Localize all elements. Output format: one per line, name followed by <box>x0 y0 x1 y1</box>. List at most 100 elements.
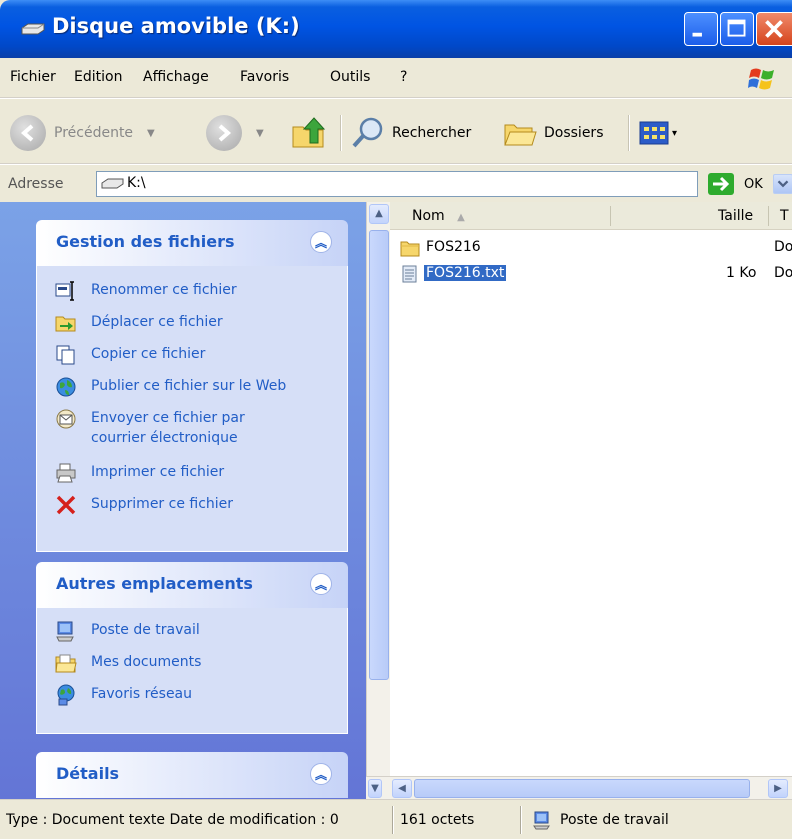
task-label: Imprimer ce fichier <box>91 464 225 480</box>
drive-icon <box>21 23 45 35</box>
task-label: Copier ce fichier <box>91 346 206 362</box>
status-size: 161 octets <box>400 812 475 828</box>
menu-affichage[interactable]: Affichage <box>143 69 209 85</box>
address-value: K:\ <box>127 175 146 191</box>
scroll-up-icon[interactable]: ▲ <box>369 204 389 224</box>
back-dropdown-icon[interactable]: ▼ <box>147 128 155 139</box>
task-publish-web[interactable]: Publier ce fichier sur le Web <box>55 376 286 398</box>
status-location: Poste de travail <box>560 812 669 828</box>
forward-dropdown-icon[interactable]: ▼ <box>256 128 264 139</box>
status-info: Type : Document texte Date de modificati… <box>6 812 339 828</box>
email-icon <box>56 409 76 429</box>
search-button[interactable]: Rechercher <box>350 113 471 153</box>
scroll-right-icon[interactable]: ▶ <box>768 779 788 798</box>
menu-outils[interactable]: Outils <box>330 69 370 85</box>
maximize-icon <box>727 19 746 37</box>
window-title: Disque amovible (K:) <box>52 14 300 38</box>
rename-icon <box>55 281 74 301</box>
go-label[interactable]: OK <box>744 177 763 192</box>
place-label: Favoris réseau <box>91 686 193 702</box>
task-label: Déplacer ce fichier <box>91 314 223 330</box>
back-arrow-icon <box>10 115 46 151</box>
views-dropdown-icon[interactable]: ▾ <box>672 128 677 139</box>
place-my-documents[interactable]: Mes documents <box>55 652 201 674</box>
folders-label: Dossiers <box>544 125 604 141</box>
toolbar-separator <box>340 115 342 151</box>
folder-icon <box>400 241 420 257</box>
go-arrow-icon <box>713 176 730 192</box>
column-name[interactable]: Nom ▲ <box>412 208 465 224</box>
task-label: Publier ce fichier sur le Web <box>91 378 287 394</box>
scrollbar-thumb[interactable] <box>369 230 389 680</box>
column-size[interactable]: Taille <box>718 208 753 224</box>
close-button[interactable] <box>756 12 792 46</box>
back-label: Précédente <box>54 125 134 141</box>
search-icon <box>352 117 383 148</box>
go-button[interactable] <box>708 173 734 195</box>
column-type[interactable]: T <box>780 208 789 224</box>
menu-favoris[interactable]: Favoris <box>240 69 289 85</box>
forward-arrow-icon <box>206 115 242 151</box>
title-bar[interactable]: Disque amovible (K:) <box>0 0 792 58</box>
minimize-button[interactable] <box>684 12 718 46</box>
task-label: Renommer ce fichier <box>91 282 237 298</box>
search-label: Rechercher <box>392 125 472 141</box>
address-input[interactable]: K:\ <box>96 171 792 197</box>
task-move[interactable]: Déplacer ce fichier <box>55 312 223 334</box>
status-divider <box>392 806 394 834</box>
task-print[interactable]: Imprimer ce fichier <box>55 462 224 484</box>
task-rename[interactable]: Renommer ce fichier <box>55 280 237 302</box>
column-divider <box>610 206 611 226</box>
up-folder-button[interactable] <box>290 113 326 153</box>
copy-icon <box>56 345 75 365</box>
task-pane-scrollbar[interactable]: ▲ ▼ <box>366 202 390 799</box>
my-computer-icon <box>56 621 74 642</box>
other-places-title: Autres emplacements <box>56 574 253 593</box>
collapse-icon[interactable]: ︽ <box>310 231 332 253</box>
print-icon <box>56 463 76 483</box>
details-header[interactable]: Détails ︽ <box>36 752 348 798</box>
maximize-button[interactable] <box>720 12 754 46</box>
place-my-computer[interactable]: Poste de travail <box>55 620 200 642</box>
file-row-folder[interactable]: FOS216 Do <box>390 236 792 262</box>
task-delete[interactable]: Supprimer ce fichier <box>55 494 233 516</box>
file-tasks-title: Gestion des fichiers <box>56 232 235 251</box>
column-divider <box>768 206 769 226</box>
scroll-down-icon[interactable]: ▼ <box>368 779 382 798</box>
menu-fichier[interactable]: Fichier <box>10 69 56 85</box>
scrollbar-thumb[interactable] <box>414 779 750 798</box>
toolbar-separator <box>628 115 630 151</box>
address-bar: Adresse K:\ OK <box>0 164 792 202</box>
horizontal-scrollbar[interactable]: ▼ ◀ ▶ <box>366 776 792 799</box>
task-copy[interactable]: Copier ce fichier <box>55 344 205 366</box>
task-email[interactable]: Envoyer ce fichier par courrier électroni… <box>55 408 245 448</box>
sort-ascending-icon: ▲ <box>457 212 465 223</box>
forward-button[interactable]: ▼ <box>206 113 264 153</box>
other-places-header[interactable]: Autres emplacements ︽ <box>36 562 348 608</box>
file-row-txt[interactable]: FOS216.txt 1 Ko Do <box>390 262 792 288</box>
place-network[interactable]: Favoris réseau <box>55 684 192 706</box>
file-type: Do <box>774 239 792 255</box>
scroll-left-icon[interactable]: ◀ <box>392 779 412 798</box>
folders-button[interactable]: Dossiers <box>502 113 604 153</box>
views-button[interactable]: ▾ <box>638 113 677 153</box>
menu-help[interactable]: ? <box>400 69 407 85</box>
my-documents-icon <box>55 654 77 673</box>
back-button[interactable]: Précédente ▼ <box>10 113 155 153</box>
my-computer-icon <box>533 811 550 830</box>
drive-icon <box>101 178 124 189</box>
collapse-icon[interactable]: ︽ <box>310 763 332 785</box>
file-type: Do <box>774 265 792 281</box>
collapse-icon[interactable]: ︽ <box>310 573 332 595</box>
text-file-icon <box>402 265 417 283</box>
folders-icon <box>504 124 537 146</box>
file-size: 1 Ko <box>726 265 757 281</box>
file-name: FOS216 <box>426 239 481 255</box>
move-icon <box>55 316 76 332</box>
address-dropdown-button[interactable] <box>773 174 792 194</box>
menu-edition[interactable]: Edition <box>74 69 122 85</box>
file-tasks-header[interactable]: Gestion des fichiers ︽ <box>36 220 348 266</box>
status-bar: Type : Document texte Date de modificati… <box>0 799 792 839</box>
web-publish-icon <box>56 377 76 397</box>
file-list: Nom ▲ Taille T FOS216 Do FOS216.txt 1 Ko… <box>390 202 792 776</box>
